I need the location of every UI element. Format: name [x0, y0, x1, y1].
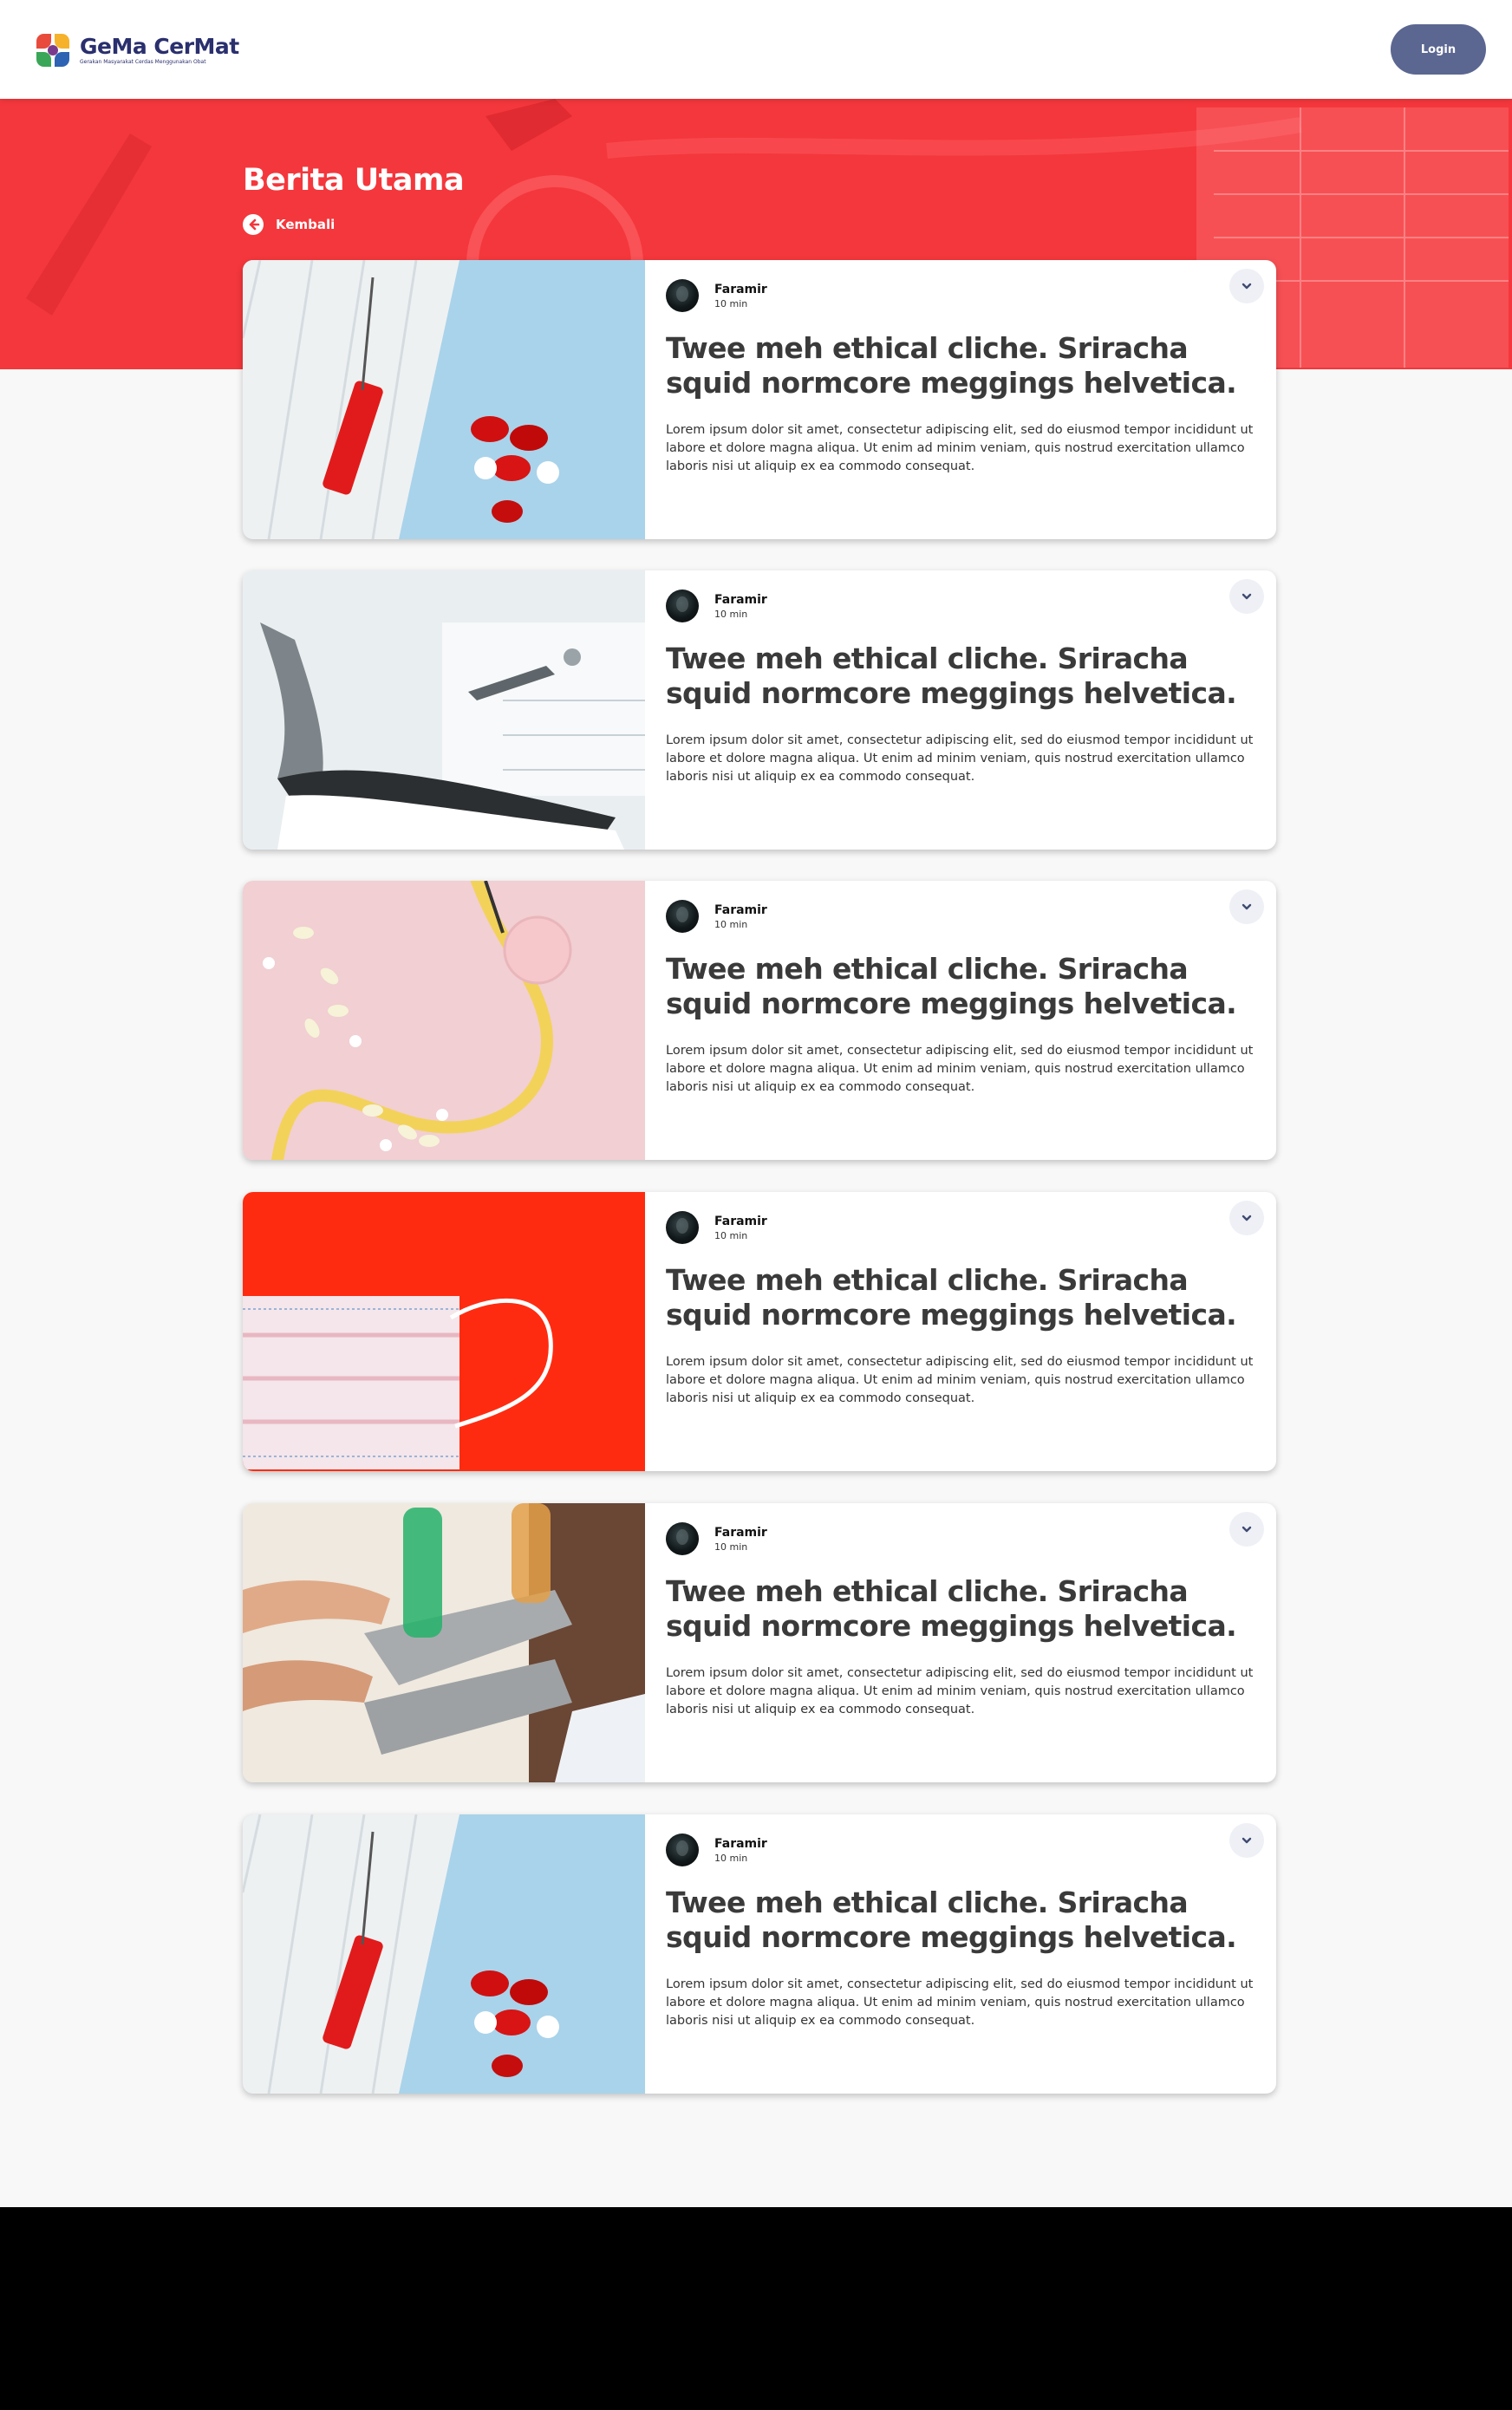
- back-link[interactable]: Kembali: [243, 213, 335, 236]
- article-image: [243, 881, 645, 1160]
- author-info: Faramir 10 min: [666, 1211, 767, 1244]
- read-time: 10 min: [714, 609, 748, 620]
- article-image: [243, 1192, 645, 1471]
- read-time: 10 min: [714, 1853, 748, 1864]
- logo-mark-icon: [35, 32, 71, 68]
- expand-button[interactable]: [1229, 269, 1264, 303]
- chevron-down-icon: [1242, 283, 1252, 290]
- author-info: Faramir 10 min: [666, 279, 767, 312]
- author-info: Faramir 10 min: [666, 900, 767, 933]
- article-title[interactable]: Twee meh ethical cliche. Sriracha squid …: [666, 1886, 1273, 1955]
- avatar: [666, 1834, 699, 1866]
- article-title[interactable]: Twee meh ethical cliche. Sriracha squid …: [666, 642, 1273, 711]
- author-name: Faramir: [714, 1526, 767, 1540]
- read-time: 10 min: [714, 1541, 748, 1553]
- chevron-down-icon: [1242, 593, 1252, 600]
- logo-subtitle: Gerakan Masyarakat Cerdas Menggunakan Ob…: [80, 59, 206, 65]
- article-title[interactable]: Twee meh ethical cliche. Sriracha squid …: [666, 331, 1273, 401]
- article-image: [243, 1814, 645, 2094]
- expand-button[interactable]: [1229, 1823, 1264, 1858]
- read-time: 10 min: [714, 1230, 748, 1241]
- article-card[interactable]: Faramir 10 min Twee meh ethical cliche. …: [243, 1503, 1276, 1782]
- author-name: Faramir: [714, 903, 767, 917]
- footer: [0, 2207, 1512, 2410]
- chevron-down-icon: [1242, 1837, 1252, 1844]
- article-title[interactable]: Twee meh ethical cliche. Sriracha squid …: [666, 1574, 1273, 1644]
- article-image: [243, 1503, 645, 1782]
- article-card[interactable]: Faramir 10 min Twee meh ethical cliche. …: [243, 1192, 1276, 1471]
- article-title[interactable]: Twee meh ethical cliche. Sriracha squid …: [666, 952, 1273, 1021]
- article-excerpt: Lorem ipsum dolor sit amet, consectetur …: [666, 733, 1254, 784]
- article-image: [243, 570, 645, 850]
- author-name: Faramir: [714, 1215, 767, 1228]
- expand-button[interactable]: [1229, 889, 1264, 924]
- chevron-down-icon: [1242, 1526, 1252, 1533]
- article-image: [243, 260, 645, 539]
- author-info: Faramir 10 min: [666, 1834, 767, 1866]
- chevron-down-icon: [1242, 1215, 1252, 1221]
- page-title: Berita Utama: [243, 163, 465, 198]
- author-name: Faramir: [714, 593, 767, 607]
- expand-button[interactable]: [1229, 579, 1264, 614]
- logo-title: GeMa CerMat: [80, 34, 239, 59]
- article-excerpt: Lorem ipsum dolor sit amet, consectetur …: [666, 1666, 1254, 1716]
- author-info: Faramir 10 min: [666, 1522, 767, 1555]
- author-info: Faramir 10 min: [666, 589, 767, 622]
- read-time: 10 min: [714, 919, 748, 930]
- article-excerpt: Lorem ipsum dolor sit amet, consectetur …: [666, 423, 1254, 473]
- expand-button[interactable]: [1229, 1512, 1264, 1547]
- article-excerpt: Lorem ipsum dolor sit amet, consectetur …: [666, 1977, 1254, 2028]
- login-button[interactable]: Login: [1391, 24, 1486, 75]
- article-card[interactable]: Faramir 10 min Twee meh ethical cliche. …: [243, 881, 1276, 1160]
- author-name: Faramir: [714, 1837, 767, 1851]
- avatar: [666, 589, 699, 622]
- read-time: 10 min: [714, 298, 748, 309]
- logo[interactable]: GeMa CerMat Gerakan Masyarakat Cerdas Me…: [35, 31, 239, 69]
- back-label: Kembali: [276, 217, 336, 232]
- avatar: [666, 1211, 699, 1244]
- article-card[interactable]: Faramir 10 min Twee meh ethical cliche. …: [243, 1814, 1276, 2094]
- article-excerpt: Lorem ipsum dolor sit amet, consectetur …: [666, 1355, 1254, 1405]
- article-excerpt: Lorem ipsum dolor sit amet, consectetur …: [666, 1044, 1254, 1094]
- expand-button[interactable]: [1229, 1201, 1264, 1235]
- top-navbar: GeMa CerMat Gerakan Masyarakat Cerdas Me…: [0, 0, 1512, 99]
- article-card[interactable]: Faramir 10 min Twee meh ethical cliche. …: [243, 570, 1276, 850]
- avatar: [666, 900, 699, 933]
- avatar: [666, 1522, 699, 1555]
- author-name: Faramir: [714, 283, 767, 296]
- chevron-down-icon: [1242, 903, 1252, 910]
- article-card[interactable]: Faramir 10 min Twee meh ethical cliche. …: [243, 260, 1276, 539]
- avatar: [666, 279, 699, 312]
- arrow-left-icon: [243, 214, 264, 235]
- article-title[interactable]: Twee meh ethical cliche. Sriracha squid …: [666, 1263, 1273, 1332]
